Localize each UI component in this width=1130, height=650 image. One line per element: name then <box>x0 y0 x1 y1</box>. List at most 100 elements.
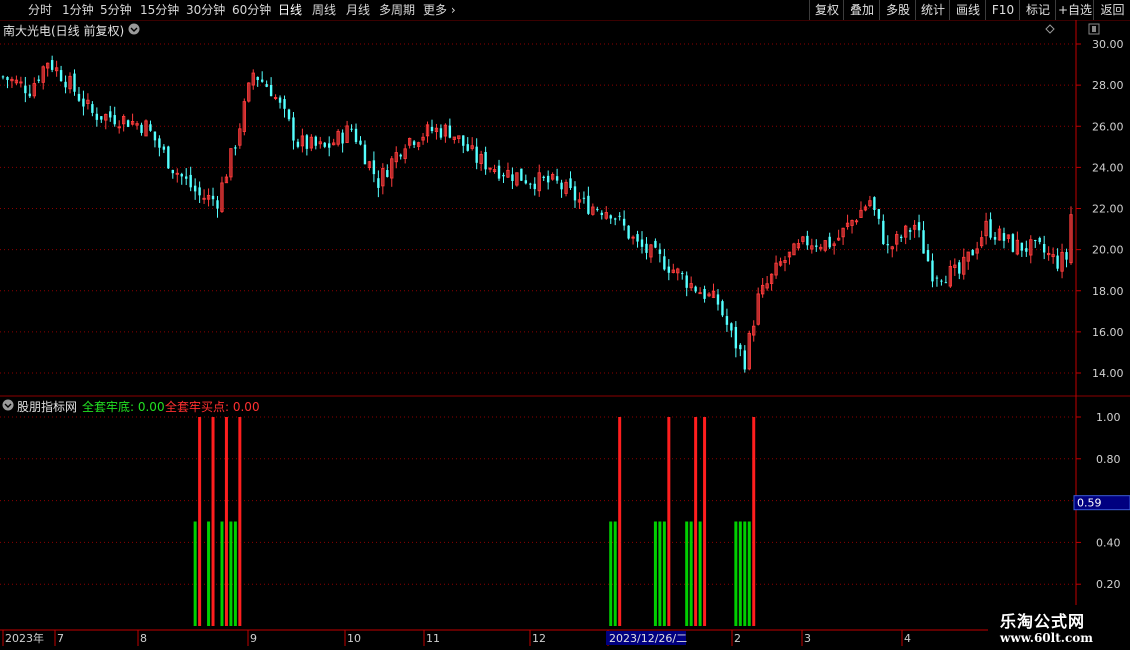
candle-body <box>529 183 532 185</box>
indicator-bar <box>743 521 747 626</box>
candle-body <box>627 225 630 239</box>
indicator-bar <box>238 417 242 626</box>
indicator-bar <box>224 417 228 626</box>
candle-body <box>149 124 152 131</box>
y-tick-label: 16.00 <box>1092 326 1124 339</box>
indicator-bar <box>738 521 742 626</box>
indicator-bar <box>207 521 211 626</box>
indicator-chevron-icon[interactable] <box>2 399 14 411</box>
candle-body <box>573 186 577 201</box>
candle-body <box>569 178 572 189</box>
candle-body <box>475 146 478 163</box>
y-tick-label: 26.00 <box>1092 120 1124 133</box>
x-tick-label: 2023年 <box>5 631 44 645</box>
candle-body <box>931 260 934 282</box>
candle-body <box>877 209 881 219</box>
diamond-icon[interactable] <box>1045 24 1055 34</box>
indicator-bar <box>609 521 613 626</box>
indicator-bar <box>233 521 237 626</box>
cursor-value: 0.59 <box>1077 497 1102 510</box>
main-panel-title: 南大光电(日线 前复权) <box>3 24 125 38</box>
y-tick-label: 30.00 <box>1092 38 1124 51</box>
y-tick-label: 22.00 <box>1092 203 1124 216</box>
candle-body <box>189 174 192 188</box>
candle-body <box>162 146 166 150</box>
candle-body <box>600 212 603 216</box>
candle-body <box>596 209 599 211</box>
candle-body <box>185 176 188 179</box>
candle-body <box>873 197 876 210</box>
candle-body <box>439 128 443 138</box>
candle-body <box>484 151 487 170</box>
candle-body <box>386 170 389 177</box>
indicator-bar <box>211 417 215 626</box>
candle-body <box>502 174 505 177</box>
candle-body <box>640 239 644 247</box>
candle-body <box>555 176 559 181</box>
candle-body <box>743 350 746 370</box>
candle-body <box>287 109 291 120</box>
y-tick-label: 0.20 <box>1096 578 1121 591</box>
candle-body <box>140 124 143 133</box>
candle-body <box>1034 240 1037 242</box>
candle-body <box>922 230 925 254</box>
candle-body <box>198 187 201 196</box>
candle-body <box>716 294 720 305</box>
indicator-bar <box>752 417 756 626</box>
watermark-title: 乐淘公式网 <box>1000 612 1086 631</box>
x-tick-label: 7 <box>57 632 64 645</box>
candle-body <box>296 141 300 147</box>
candle-body <box>292 117 295 141</box>
candle-body <box>95 113 99 120</box>
candle-body <box>497 165 501 179</box>
candle-body <box>1065 252 1068 260</box>
candle-body <box>971 249 974 256</box>
indicator-bar <box>734 521 738 626</box>
candle-body <box>533 183 536 190</box>
candle-body <box>989 219 992 238</box>
candle-body <box>448 125 452 138</box>
candle-body <box>926 250 930 262</box>
candle-body <box>328 143 331 148</box>
chevron-down-icon[interactable] <box>128 23 140 35</box>
candle-body <box>153 131 157 141</box>
candle-body <box>908 230 912 232</box>
y-tick-label: 18.00 <box>1092 285 1124 298</box>
candle-body <box>542 176 545 178</box>
candle-body <box>462 135 465 146</box>
y-tick-label: 28.00 <box>1092 79 1124 92</box>
candle-body <box>359 140 362 145</box>
x-tick-label: 4 <box>904 632 911 645</box>
candle-body <box>917 222 921 231</box>
candle-body <box>882 220 885 244</box>
indicator-bar <box>667 417 671 626</box>
y-tick-label: 20.00 <box>1092 244 1124 257</box>
candle-body <box>694 286 697 292</box>
candle-body <box>734 326 738 349</box>
candle-body <box>113 115 116 125</box>
candle-body <box>667 266 671 273</box>
candle-body <box>940 280 943 282</box>
indicator-bar <box>653 521 657 626</box>
candle-body <box>587 195 590 214</box>
indicator-bar <box>685 521 689 626</box>
candle-body <box>739 344 742 350</box>
stock-chart[interactable]: 14.00 16.00 18.00 20.00 22.00 24.00 26.00 28.00… <box>0 0 1130 650</box>
x-tick-label: 12 <box>532 632 546 645</box>
candle-body <box>520 168 523 181</box>
candle-body <box>28 93 32 97</box>
candle-body <box>1025 248 1028 252</box>
indicator-bar <box>198 417 202 626</box>
candle-body <box>1020 242 1024 251</box>
candle-body <box>193 185 197 192</box>
y-tick-label: 1.00 <box>1096 411 1121 424</box>
candle-body <box>167 146 170 169</box>
y-tick-label: 0.80 <box>1096 453 1121 466</box>
candle-body <box>77 93 81 101</box>
candle-body <box>6 77 9 81</box>
candle-body <box>354 128 358 142</box>
candle-body <box>412 141 416 145</box>
candle-body <box>234 147 237 149</box>
watermark-url: www.60lt.com <box>1000 631 1093 645</box>
candle-body <box>658 249 662 254</box>
